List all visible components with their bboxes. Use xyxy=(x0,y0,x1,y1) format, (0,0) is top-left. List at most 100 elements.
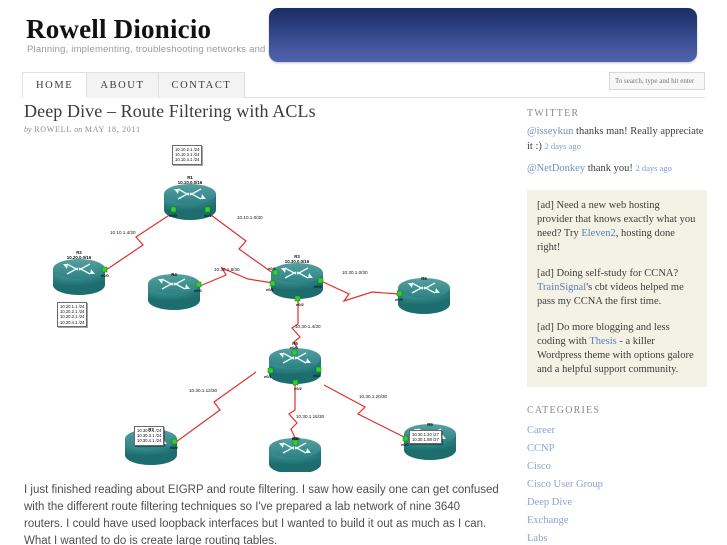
site-tagline: Planning, implementing, troubleshooting … xyxy=(27,44,305,55)
tweet-timestamp[interactable]: 2 days ago xyxy=(545,141,581,151)
ad-item: [ad] Doing self-study for CCNA? TrainSig… xyxy=(537,267,697,309)
router-label-r3-name: R3 xyxy=(294,254,300,259)
port-r3-e01 xyxy=(269,280,276,287)
port-r3-e02 xyxy=(294,295,301,302)
post-body: I just finished reading about EIGRP and … xyxy=(24,484,499,545)
category-item-labs[interactable]: Labs xyxy=(527,530,707,545)
main-column: Deep Dive – Route Filtering with ACLs by… xyxy=(24,100,502,545)
sidebar: Twitter @isseykun thanks man! Really app… xyxy=(527,108,707,545)
port-r2-e00 xyxy=(101,266,108,273)
category-item-cisco-user-group[interactable]: Cisco User Group xyxy=(527,476,707,494)
category-item-deep-dive[interactable]: Deep Dive xyxy=(527,494,707,512)
port-r4-e00 xyxy=(195,281,202,288)
primary-navigation: Home About Contact xyxy=(0,72,727,98)
if-label-r7-e00: e0/0 xyxy=(170,445,178,450)
if-label-r8-e00: e0/0 xyxy=(292,436,300,441)
port-r6-e00 xyxy=(396,290,403,297)
port-r5-e02 xyxy=(292,379,299,386)
tweet-user-link[interactable]: @isseykun xyxy=(527,126,573,137)
router-r4 xyxy=(148,274,200,310)
nav-item-about[interactable]: About xyxy=(87,72,159,98)
net-label-r5-r8: 10.30.1.16/30 xyxy=(296,414,325,419)
link-r2-r1 xyxy=(105,211,175,271)
router-label-r4: R4 xyxy=(171,272,177,277)
router-label-r2-name: R2 xyxy=(76,250,82,255)
net-label-r3-r5: 10.30.1.4/30 xyxy=(295,324,321,329)
router-label-r1-net: 10.10.0.0/16 xyxy=(177,180,203,186)
net-label-r3-r6: 10.30.1.0/30 xyxy=(342,270,368,275)
if-label-r3-e01: e0/1 xyxy=(266,287,274,292)
if-label-r3-e00: e0/0 xyxy=(268,266,276,271)
nav-item-home[interactable]: Home xyxy=(22,72,88,98)
router-label-r2: R2 10.20.0.0/16 xyxy=(59,250,99,261)
port-r1-e01 xyxy=(204,206,211,213)
router-label-r1: R1 10.10.0.0/16 xyxy=(170,175,210,186)
twitter-heading: Twitter xyxy=(527,108,580,119)
port-r3-e03 xyxy=(317,277,324,284)
category-item-ccnp[interactable]: CCNP xyxy=(527,440,707,458)
tweet-user-link[interactable]: @NetDonkey xyxy=(527,163,585,174)
net-label-r1-r3: 10.10.1.0/30 xyxy=(237,215,263,220)
if-label-r3-e02: e0/2 xyxy=(296,302,304,307)
nav-item-contact[interactable]: Contact xyxy=(158,72,246,98)
port-r9-e00 xyxy=(402,435,409,442)
diagram-links xyxy=(105,211,405,443)
if-label-r2-e00: e0/0 xyxy=(101,273,109,278)
port-r5-e01 xyxy=(267,367,274,374)
if-label-r9-e00: e0/0 xyxy=(401,442,409,447)
link-r7-r5 xyxy=(175,371,257,443)
if-label-r5-e02: e0/2 xyxy=(294,386,302,391)
ad-link[interactable]: Thesis xyxy=(589,336,616,347)
port-r5-e00 xyxy=(291,349,298,356)
post-meta-author[interactable]: Rowell xyxy=(34,125,71,134)
post-meta-by: by xyxy=(24,125,32,134)
if-label-r6-e00: e0/0 xyxy=(395,297,403,302)
net-label-r4-r3: 10.30.1.8/30 xyxy=(214,267,240,272)
ip-box-r9: 10.30.1.20 /27 10.30.1.88 /27 xyxy=(409,430,442,445)
ad-box: [ad] Need a new web hosting provider tha… xyxy=(527,190,707,387)
category-item-cisco[interactable]: Cisco xyxy=(527,458,707,476)
router-r6 xyxy=(398,278,450,314)
router-label-r1-name: R1 xyxy=(187,175,193,180)
router-r3 xyxy=(271,263,323,299)
if-label-r5-e03: e0/3 xyxy=(313,373,321,378)
tweet-item: @NetDonkey thank you! 2 days ago xyxy=(527,161,707,176)
if-label-r1-e00: e0/0 xyxy=(169,213,177,218)
search-input[interactable] xyxy=(609,72,705,90)
network-topology-diagram: 10.10.2.1 /24 10.10.3.1 /24 10.10.4.1 /24 … xyxy=(24,142,502,472)
port-r7-e00 xyxy=(171,438,178,445)
ip-box-r1: 10.10.2.1 /24 10.10.3.1 /24 10.10.4.1 /24 xyxy=(172,145,203,165)
port-r5-e03 xyxy=(315,366,322,373)
category-item-career[interactable]: Career xyxy=(527,422,707,440)
net-label-r2-r1: 10.10.1.4/30 xyxy=(110,230,136,235)
post-title: Deep Dive – Route Filtering with ACLs xyxy=(24,101,316,121)
post-meta-date: May 18, 2011 xyxy=(84,125,141,134)
twitter-widget: Twitter @isseykun thanks man! Really app… xyxy=(527,108,707,176)
tweet-item: @isseykun thanks man! Really appreciate … xyxy=(527,125,707,154)
router-label-r9: R9 xyxy=(427,422,433,427)
nav-list: Home About Contact xyxy=(22,72,246,98)
port-r1-e00 xyxy=(170,206,177,213)
ad-text-pre: [ad] Doing self-study for CCNA? xyxy=(537,268,679,279)
if-label-r5-e01: e0/1 xyxy=(264,374,272,379)
tweet-text: thank you! xyxy=(585,163,636,174)
if-label-r1-e01: e0/1 xyxy=(204,213,212,218)
category-item-exchange[interactable]: Exchange xyxy=(527,512,707,530)
ad-item: [ad] Need a new web hosting provider tha… xyxy=(537,199,697,255)
site-header: Rowell Dionicio Planning, implementing, … xyxy=(0,0,727,70)
net-label-r7-r5: 10.30.1.12/30 xyxy=(189,388,218,393)
router-label-r2-net: 10.20.0.0/16 xyxy=(66,255,92,261)
tweet-timestamp[interactable]: 2 days ago xyxy=(636,163,672,173)
net-label-r5-r9: 10.30.1.20/30 xyxy=(359,394,388,399)
ad-link[interactable]: TrainSignal xyxy=(537,282,586,293)
categories-widget: Categories Career CCNP Cisco Cisco User … xyxy=(527,405,707,545)
ip-box-r2: 10.20.1.1 /24 10.20.2.1 /24 10.20.3.1 /24 1… xyxy=(57,302,88,327)
post-meta: by Rowell on May 18, 2011 xyxy=(24,125,502,134)
if-label-r5-e00: e0/0 xyxy=(290,345,298,350)
page-root: Rowell Dionicio Planning, implementing, … xyxy=(0,0,727,545)
categories-list: Career CCNP Cisco Cisco User Group Deep … xyxy=(527,422,707,545)
ad-item: [ad] Do more blogging and less coding wi… xyxy=(537,321,697,377)
ad-link[interactable]: Eleven2 xyxy=(581,228,615,239)
header-banner-ad[interactable] xyxy=(269,8,697,62)
router-label-r6: R6 xyxy=(421,276,427,281)
